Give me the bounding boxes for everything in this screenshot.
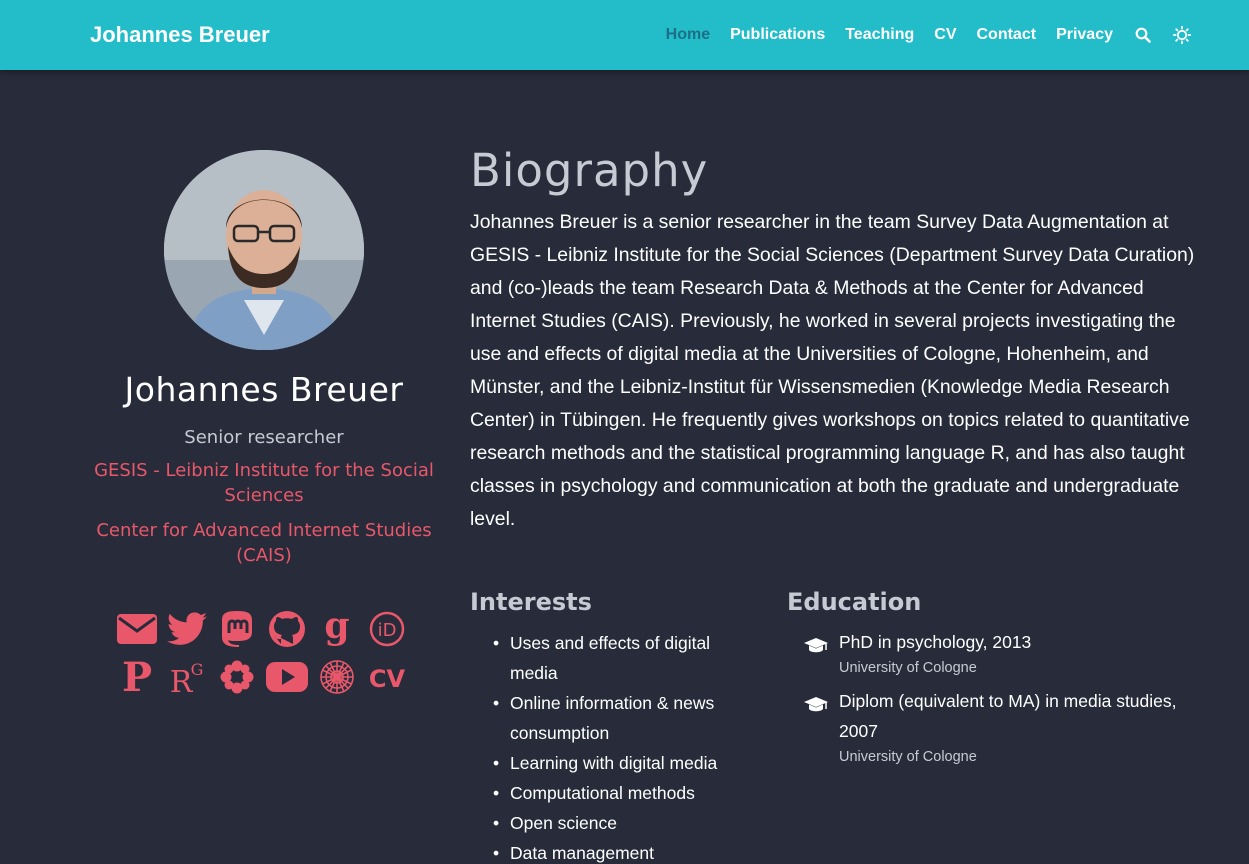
publons-icon[interactable]: P <box>112 657 162 697</box>
nav-links: Home Publications Teaching CV Contact Pr… <box>646 0 1191 70</box>
site-brand[interactable]: Johannes Breuer <box>90 22 270 48</box>
svg-text:P: P <box>122 657 152 697</box>
cv-icon[interactable]: CV <box>362 662 412 692</box>
svg-text:CV: CV <box>369 665 406 692</box>
email-icon[interactable] <box>112 613 162 645</box>
list-item: Online information & news consumption <box>490 688 750 748</box>
org-cais-link[interactable]: Center for Advanced Internet Studies (CA… <box>90 518 438 568</box>
graduation-cap-icon <box>803 696 829 719</box>
osf-icon[interactable] <box>212 659 262 695</box>
org-gesis-link[interactable]: GESIS - Leibniz Institute for the Social… <box>90 458 438 508</box>
education-degree: Diplom (equivalent to MA) in media studi… <box>839 691 1177 741</box>
github-icon[interactable] <box>262 610 312 648</box>
education-institution: University of Cologne <box>839 749 977 765</box>
nav-contact[interactable]: Contact <box>977 26 1037 44</box>
openalex-icon[interactable] <box>312 659 362 695</box>
education-title: Education <box>787 588 922 616</box>
avatar <box>164 150 364 350</box>
orcid-icon[interactable]: iD <box>362 610 412 648</box>
mastodon-icon[interactable] <box>212 610 262 648</box>
list-item: Uses and effects of digital media <box>490 628 750 688</box>
interests-list: Uses and effects of digital media Online… <box>490 628 750 864</box>
social-links: g iD P RG CV <box>112 605 412 701</box>
interests-title: Interests <box>470 588 592 616</box>
google-scholar-icon[interactable]: g <box>312 610 362 648</box>
nav-home[interactable]: Home <box>666 26 710 44</box>
biography-title: Biography <box>470 144 709 197</box>
education-item: Diplom (equivalent to MA) in media studi… <box>803 686 1193 766</box>
search-icon[interactable] <box>1135 27 1151 43</box>
theme-toggle-icon[interactable] <box>1173 26 1191 44</box>
profile-name: Johannes Breuer <box>124 370 404 409</box>
education-degree: PhD in psychology, 2013 <box>839 632 1032 652</box>
twitter-icon[interactable] <box>162 612 212 646</box>
list-item: Open science <box>490 808 750 838</box>
list-item: Data management <box>490 838 750 864</box>
biography-text: Johannes Breuer is a senior researcher i… <box>470 211 1195 530</box>
researchgate-icon[interactable]: RG <box>162 657 212 697</box>
graduation-cap-icon <box>803 637 829 660</box>
education-institution: University of Cologne <box>839 660 977 676</box>
nav-publications[interactable]: Publications <box>730 26 825 44</box>
navbar: Johannes Breuer Home Publications Teachi… <box>0 0 1249 70</box>
list-item: Learning with digital media <box>490 748 750 778</box>
nav-teaching[interactable]: Teaching <box>845 26 914 44</box>
svg-text:G: G <box>191 660 204 679</box>
nav-cv[interactable]: CV <box>934 26 956 44</box>
profile-role: Senior researcher <box>184 427 344 448</box>
profile-card: Johannes Breuer Senior researcher GESIS … <box>90 150 438 568</box>
education-item: PhD in psychology, 2013 University of Co… <box>803 627 1193 677</box>
svg-text:g: g <box>324 610 349 647</box>
youtube-icon[interactable] <box>262 661 312 693</box>
svg-text:iD: iD <box>378 620 397 641</box>
list-item: Computational methods <box>490 778 750 808</box>
nav-privacy[interactable]: Privacy <box>1056 26 1113 44</box>
